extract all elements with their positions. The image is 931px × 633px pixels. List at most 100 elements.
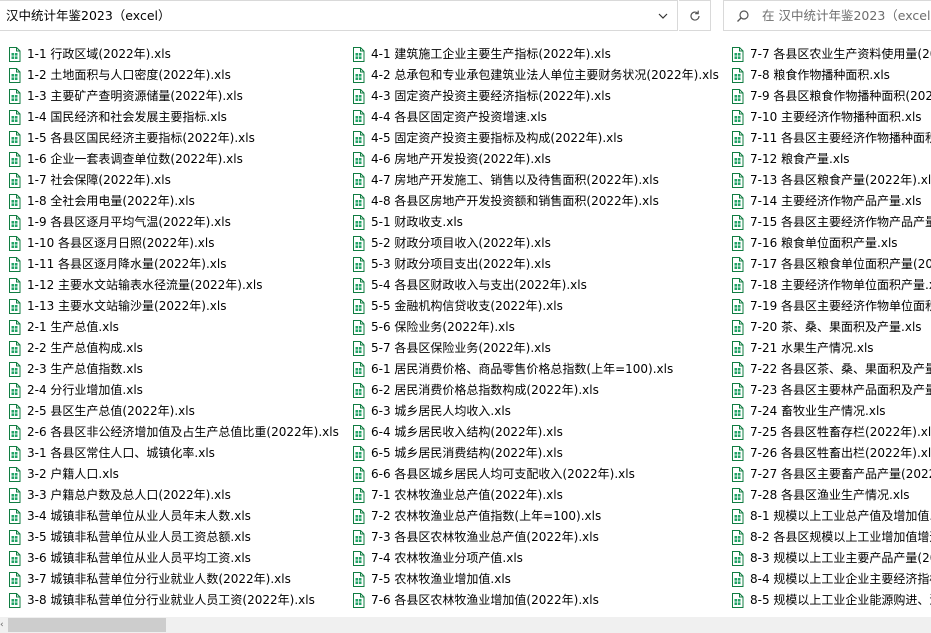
file-item[interactable]: 1-4 国民经济和社会发展主要指标.xls <box>8 107 227 128</box>
file-item[interactable]: 1-7 社会保障(2022年).xls <box>8 170 171 191</box>
file-item[interactable]: 2-5 县区生产总值(2022年).xls <box>8 401 195 422</box>
file-item[interactable]: 1-5 各县区国民经济主要指标(2022年).xls <box>8 128 255 149</box>
file-item[interactable]: 5-1 财政收支.xls <box>352 212 463 233</box>
file-item[interactable]: 7-10 主要经济作物播种面积.xls <box>731 107 922 128</box>
file-item[interactable]: 7-28 各县区渔业生产情况.xls <box>731 485 910 506</box>
search-box[interactable]: 在 汉中统计年鉴2023（excel) <box>723 0 931 31</box>
excel-file-icon <box>353 215 365 230</box>
file-item[interactable]: 7-6 各县区农林牧渔业增加值(2022年).xls <box>352 590 599 611</box>
scroll-left-arrow-icon[interactable]: ‹ <box>0 620 6 630</box>
file-item[interactable]: 7-2 农林牧渔业总产值指数(上年=100).xls <box>352 506 601 527</box>
file-item[interactable]: 7-14 主要经济作物产品产量.xls <box>731 191 922 212</box>
file-item[interactable]: 7-13 各县区粮食产量(2022年).xls <box>731 170 931 191</box>
file-item[interactable]: 7-8 粮食作物播种面积.xls <box>731 65 890 86</box>
file-item[interactable]: 5-7 各县区保险业务(2022年).xls <box>352 338 551 359</box>
horizontal-scrollbar[interactable]: ‹ <box>0 617 931 633</box>
file-name: 5-6 保险业务(2022年).xls <box>371 320 515 334</box>
file-item[interactable]: 1-2 土地面积与人口密度(2022年).xls <box>8 65 231 86</box>
file-item[interactable]: 7-24 畜牧业生产情况.xls <box>731 401 886 422</box>
search-input[interactable]: 在 汉中统计年鉴2023（excel) <box>762 8 931 24</box>
file-item[interactable]: 7-3 各县区农林牧渔业总产值(2022年).xls <box>352 527 599 548</box>
file-item[interactable]: 1-13 主要水文站输沙量(2022年).xls <box>8 296 226 317</box>
file-item[interactable]: 4-2 总承包和专业承包建筑业法人单位主要财务状况(2022年).xls <box>352 65 719 86</box>
file-item[interactable]: 5-3 财政分项目支出(2022年).xls <box>352 254 551 275</box>
file-item[interactable]: 6-5 城乡居民消费结构(2022年).xls <box>352 443 563 464</box>
excel-file-icon <box>9 110 21 125</box>
file-item[interactable]: 3-1 各县区常住人口、城镇化率.xls <box>8 443 215 464</box>
file-item[interactable]: 6-2 居民消费价格总指数构成(2022年).xls <box>352 380 599 401</box>
file-item[interactable]: 3-4 城镇非私营单位从业人员年末人数.xls <box>8 506 251 527</box>
file-name: 8-1 规模以上工业总产值及增加值.xls <box>750 509 931 523</box>
file-item[interactable]: 1-9 各县区逐月平均气温(2022年).xls <box>8 212 231 233</box>
file-item[interactable]: 7-20 茶、桑、果面积及产量.xls <box>731 317 922 338</box>
file-item[interactable]: 4-7 房地产开发施工、销售以及待售面积(2022年).xls <box>352 170 659 191</box>
file-item[interactable]: 6-6 各县区城乡居民人均可支配收入(2022年).xls <box>352 464 635 485</box>
file-item[interactable]: 7-12 粮食产量.xls <box>731 149 850 170</box>
file-item[interactable]: 2-1 生产总值.xls <box>8 317 119 338</box>
file-item[interactable]: 8-1 规模以上工业总产值及增加值.xls <box>731 506 931 527</box>
file-item[interactable]: 4-1 建筑施工企业主要生产指标(2022年).xls <box>352 44 611 65</box>
file-item[interactable]: 3-2 户籍人口.xls <box>8 464 119 485</box>
file-item[interactable]: 7-22 各县区茶、桑、果面积及产量(2022年).xls <box>731 359 931 380</box>
excel-file-icon <box>9 215 21 230</box>
file-item[interactable]: 1-6 企业一套表调查单位数(2022年).xls <box>8 149 243 170</box>
file-item[interactable]: 5-5 金融机构信贷收支(2022年).xls <box>352 296 563 317</box>
file-item[interactable]: 7-18 主要经济作物单位面积产量.xls <box>731 275 931 296</box>
file-item[interactable]: 7-7 各县区农业生产资料使用量(2022年).xls <box>731 44 931 65</box>
file-item[interactable]: 4-3 固定资产投资主要经济指标(2022年).xls <box>352 86 611 107</box>
file-item[interactable]: 8-3 规模以上工业主要产品产量(2022年).xls <box>731 548 931 569</box>
file-item[interactable]: 1-10 各县区逐月日照(2022年).xls <box>8 233 214 254</box>
file-item[interactable]: 7-17 各县区粮食单位面积产量(2022年).xls <box>731 254 931 275</box>
scrollbar-thumb[interactable] <box>8 618 166 632</box>
file-item[interactable]: 8-4 规模以上工业企业主要经济指标(2022年).xls <box>731 569 931 590</box>
file-item[interactable]: 2-3 生产总值指数.xls <box>8 359 143 380</box>
address-path[interactable]: 汉中统计年鉴2023（excel） <box>6 8 171 24</box>
file-name: 6-1 居民消费价格、商品零售价格总指数(上年=100).xls <box>371 362 674 376</box>
file-item[interactable]: 7-5 农林牧渔业增加值.xls <box>352 569 511 590</box>
file-item[interactable]: 6-4 城乡居民收入结构(2022年).xls <box>352 422 563 443</box>
file-item[interactable]: 7-4 农林牧渔业分项产值.xls <box>352 548 523 569</box>
file-name: 1-4 国民经济和社会发展主要指标.xls <box>27 110 227 124</box>
file-item[interactable]: 2-6 各县区非公经济增加值及占生产总值比重(2022年).xls <box>8 422 339 443</box>
file-item[interactable]: 8-5 规模以上工业企业能源购进、消费与库存(2022年).xls <box>731 590 931 611</box>
file-item[interactable]: 3-6 城镇非私营单位从业人员平均工资.xls <box>8 548 251 569</box>
file-item[interactable]: 7-25 各县区牲畜存栏(2022年).xls <box>731 422 931 443</box>
file-item[interactable]: 5-2 财政分项目收入(2022年).xls <box>352 233 551 254</box>
file-item[interactable]: 5-6 保险业务(2022年).xls <box>352 317 515 338</box>
file-item[interactable]: 7-16 粮食单位面积产量.xls <box>731 233 898 254</box>
file-item[interactable]: 2-2 生产总值构成.xls <box>8 338 143 359</box>
file-item[interactable]: 3-8 城镇非私营单位分行业就业人员工资(2022年).xls <box>8 590 315 611</box>
file-item[interactable]: 7-21 水果生产情况.xls <box>731 338 874 359</box>
file-name: 3-2 户籍人口.xls <box>27 467 119 481</box>
file-item[interactable]: 1-8 全社会用电量(2022年).xls <box>8 191 195 212</box>
file-item[interactable]: 3-5 城镇非私营单位从业人员工资总额.xls <box>8 527 251 548</box>
file-item[interactable]: 4-8 各县区房地产开发投资额和销售面积(2022年).xls <box>352 191 659 212</box>
file-item[interactable]: 7-26 各县区牲畜出栏(2022年).xls <box>731 443 931 464</box>
file-item[interactable]: 2-4 分行业增加值.xls <box>8 380 143 401</box>
file-name: 3-8 城镇非私营单位分行业就业人员工资(2022年).xls <box>27 593 315 607</box>
file-item[interactable]: 7-9 各县区粮食作物播种面积(2022年).xls <box>731 86 931 107</box>
file-item[interactable]: 7-19 各县区主要经济作物单位面积产量(2022年).xls <box>731 296 931 317</box>
file-item[interactable]: 1-3 主要矿产查明资源储量(2022年).xls <box>8 86 243 107</box>
file-item[interactable]: 5-4 各县区财政收入与支出(2022年).xls <box>352 275 587 296</box>
file-item[interactable]: 1-11 各县区逐月降水量(2022年).xls <box>8 254 226 275</box>
file-item[interactable]: 1-12 主要水文站输表水径流量(2022年).xls <box>8 275 262 296</box>
file-item[interactable]: 4-4 各县区固定资产投资增速.xls <box>352 107 547 128</box>
file-item[interactable]: 7-15 各县区主要经济作物产品产量(2022年).xls <box>731 212 931 233</box>
file-item[interactable]: 4-5 固定资产投资主要指标及构成(2022年).xls <box>352 128 623 149</box>
file-item[interactable]: 6-1 居民消费价格、商品零售价格总指数(上年=100).xls <box>352 359 673 380</box>
file-item[interactable]: 8-2 各县区规模以上工业增加值增速.xls <box>731 527 931 548</box>
file-item[interactable]: 7-1 农林牧渔业总产值(2022年).xls <box>352 485 563 506</box>
address-bar[interactable]: 汉中统计年鉴2023（excel） <box>0 0 678 31</box>
file-item[interactable]: 6-3 城乡居民人均收入.xls <box>352 401 511 422</box>
file-item[interactable]: 4-6 房地产开发投资(2022年).xls <box>352 149 551 170</box>
file-item[interactable]: 7-11 各县区主要经济作物播种面积(2022年).xls <box>731 128 931 149</box>
chevron-down-icon[interactable] <box>656 9 670 23</box>
refresh-button[interactable] <box>679 0 711 31</box>
file-item[interactable]: 3-3 户籍总户数及总人口(2022年).xls <box>8 485 231 506</box>
excel-file-icon <box>732 131 744 146</box>
file-item[interactable]: 1-1 行政区域(2022年).xls <box>8 44 171 65</box>
file-item[interactable]: 7-23 各县区主要林产品面积及产量(2022年).xls <box>731 380 931 401</box>
file-item[interactable]: 3-7 城镇非私营单位分行业就业人数(2022年).xls <box>8 569 291 590</box>
file-item[interactable]: 7-27 各县区主要畜产品产量(2022年).xls <box>731 464 931 485</box>
